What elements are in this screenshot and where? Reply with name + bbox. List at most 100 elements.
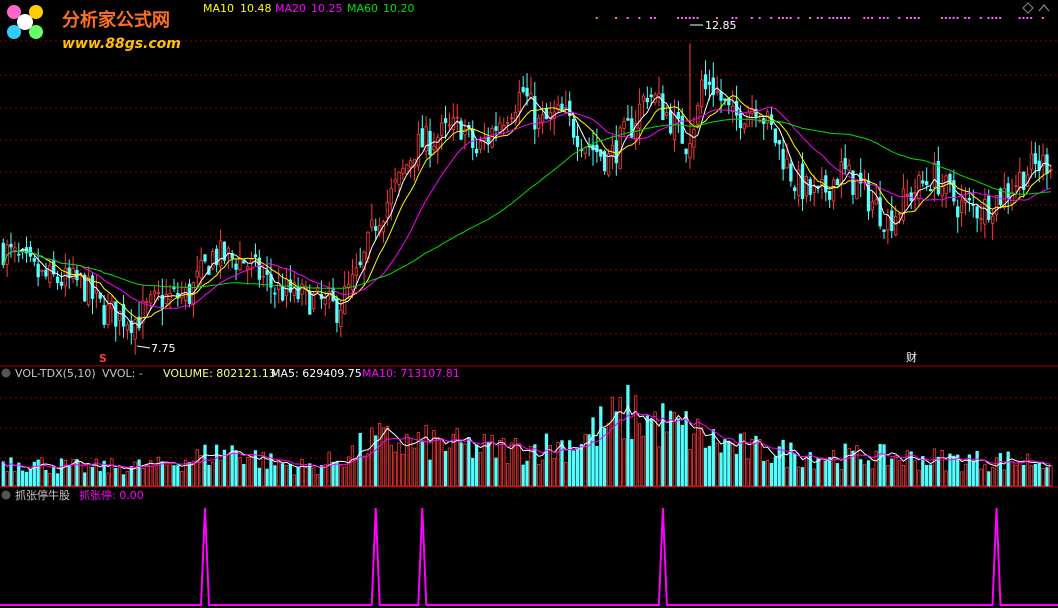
candle-body <box>494 126 498 131</box>
diamond-icon[interactable] <box>1022 2 1034 14</box>
marker-dot <box>843 17 846 19</box>
candle-body <box>808 179 812 195</box>
marker-dot <box>836 17 839 19</box>
candle-body <box>374 226 378 231</box>
marker-dot <box>649 17 652 19</box>
candle-body <box>443 118 448 124</box>
candle-body <box>36 263 40 278</box>
candle-body <box>408 160 413 168</box>
candle-body <box>940 186 944 197</box>
volume-bar <box>684 411 688 487</box>
volume-bar <box>350 445 355 487</box>
marker-dot <box>785 17 788 19</box>
candle-body <box>564 106 568 109</box>
volume-bar <box>288 463 293 487</box>
marker-dot <box>1018 17 1021 19</box>
chevron-up-icon[interactable] <box>1038 4 1050 12</box>
candle-body <box>32 258 36 262</box>
volume-bar <box>292 474 296 487</box>
candle-body <box>114 301 118 327</box>
volume-bar <box>676 418 681 487</box>
marker-dot <box>917 17 920 19</box>
volume-bar <box>773 456 778 487</box>
volume-bar <box>284 465 289 487</box>
volume-bar <box>878 444 882 487</box>
volume-bar <box>106 472 110 487</box>
volume-bar <box>956 454 960 487</box>
low-price-pointer <box>136 345 151 349</box>
volume-bar <box>199 455 203 487</box>
volume-bar <box>207 465 211 487</box>
moving-average-lines <box>2 87 1052 327</box>
volume-bar <box>471 457 475 487</box>
marker-dot <box>681 17 683 19</box>
candle-body <box>703 74 708 90</box>
volume-bar <box>164 464 168 487</box>
candle-body <box>688 143 692 159</box>
volume-bar <box>777 446 781 487</box>
candle-body <box>886 215 890 231</box>
marker-dot <box>909 17 912 19</box>
stock-chart[interactable]: 分析家公式网 www.88gs.com MA10 10.48 MA20 10.2… <box>0 0 1058 608</box>
volume-bar <box>389 444 393 487</box>
volume-bar <box>831 450 836 487</box>
volume-bar <box>90 466 95 487</box>
volume-bar <box>335 461 339 487</box>
candle-body <box>843 158 847 170</box>
signal-line <box>0 507 1058 606</box>
candle-body <box>90 275 95 299</box>
volume-bar <box>13 470 17 487</box>
candle-body <box>622 121 626 129</box>
candle-body <box>405 164 409 175</box>
volume-bar <box>110 458 114 487</box>
volume-bar <box>296 466 300 487</box>
candle-body <box>300 283 304 295</box>
volume-ma10-line <box>2 411 1051 469</box>
candle-body <box>273 292 277 295</box>
volume-bar <box>152 465 157 487</box>
volume-bar <box>649 419 653 487</box>
candle-body <box>1029 153 1034 170</box>
candle-body <box>354 267 358 276</box>
volume-bar <box>525 460 529 487</box>
candle-body <box>897 213 902 215</box>
volume-bar <box>797 466 801 487</box>
volume-bar <box>1014 464 1018 487</box>
volume-bar <box>1006 451 1010 487</box>
volume-bar <box>979 468 983 487</box>
volume-bar <box>731 442 735 487</box>
volume-bar <box>645 415 649 487</box>
volume-bar <box>36 459 40 487</box>
volume-bars <box>1 384 1053 487</box>
volume-bar <box>746 458 750 487</box>
volume-bar <box>723 439 727 487</box>
marker-dot <box>770 17 773 19</box>
volume-bar <box>808 452 812 487</box>
volume-bar <box>835 463 840 487</box>
candle-body <box>785 158 789 169</box>
volume-bar <box>478 451 483 487</box>
collapse-icon[interactable] <box>1 490 11 500</box>
volume-bar <box>67 465 71 487</box>
volume-bar <box>1 461 5 487</box>
candle-body <box>486 136 490 143</box>
candle-body <box>420 128 424 148</box>
candle-body <box>645 97 649 103</box>
volume-bar <box>180 471 184 487</box>
candle-body <box>680 115 684 144</box>
marker-dot <box>750 17 753 19</box>
ma60-label: MA60 <box>347 2 378 15</box>
volume-bar <box>1010 461 1014 487</box>
signal-value: 抓张停: 0.00 <box>79 488 144 502</box>
volume-bar <box>358 432 362 487</box>
volume-bar <box>253 450 258 487</box>
marker-dot <box>653 17 656 19</box>
volume-bar <box>571 450 576 487</box>
marker-dot <box>692 17 695 19</box>
candle-body <box>9 243 13 248</box>
candle-body <box>17 253 21 256</box>
logo-url: www.88gs.com <box>62 36 181 52</box>
volume-bar <box>246 456 250 487</box>
candle-body <box>571 118 576 138</box>
collapse-icon[interactable] <box>1 368 11 378</box>
